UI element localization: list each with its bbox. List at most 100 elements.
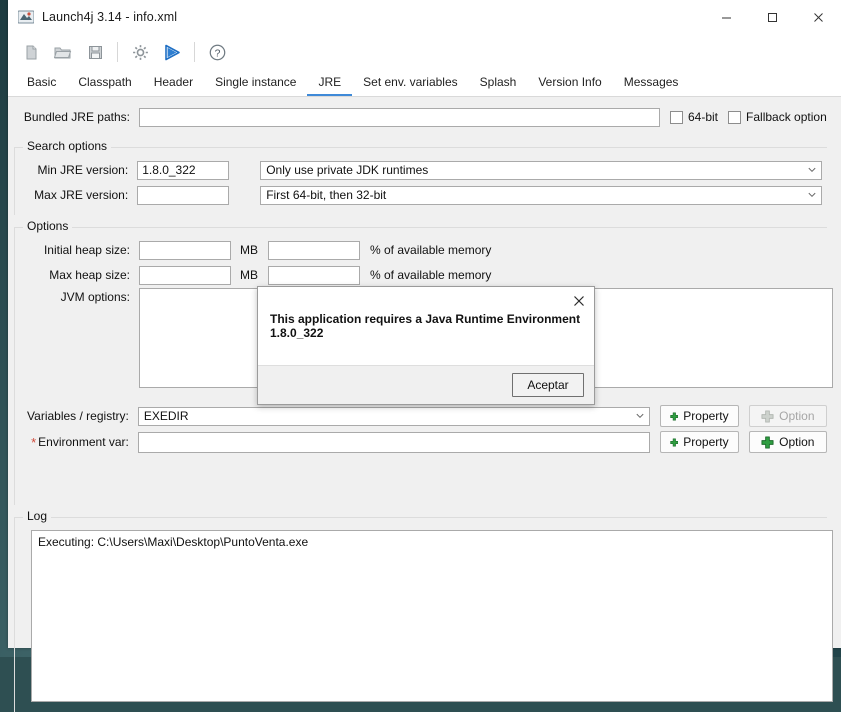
initial-heap-row: Initial heap size: MB % of available mem…	[22, 240, 822, 260]
max-heap-row: Max heap size: MB % of available memory	[22, 265, 822, 285]
tab-version-info[interactable]: Version Info	[527, 73, 612, 96]
search-options-left-border	[14, 147, 15, 215]
variables-registry-value: EXEDIR	[144, 409, 189, 423]
minimize-button[interactable]	[703, 0, 749, 34]
environment-var-row: * Environment var: Property Option	[22, 431, 827, 453]
log-title: Log	[23, 509, 51, 523]
bitness-select[interactable]: First 64-bit, then 32-bit	[260, 186, 822, 205]
tab-single-instance[interactable]: Single instance	[204, 73, 307, 96]
options-top-border	[14, 227, 827, 228]
min-jre-row: Min JRE version: Only use private JDK ru…	[22, 160, 822, 180]
new-file-icon[interactable]	[16, 38, 46, 66]
min-jre-label: Min JRE version:	[22, 163, 128, 177]
log-textarea[interactable]: Executing: C:\Users\Maxi\Desktop\PuntoVe…	[31, 530, 833, 702]
environment-property-label: Property	[683, 435, 728, 449]
maximize-button[interactable]	[749, 0, 795, 34]
environment-property-button[interactable]: Property	[660, 431, 739, 453]
environment-option-button[interactable]: Option	[749, 431, 827, 453]
window-title: Launch4j 3.14 - info.xml	[42, 10, 177, 24]
log-group: Log Executing: C:\Users\Maxi\Desktop\Pun…	[14, 517, 827, 712]
toolbar-separator-2	[194, 42, 195, 62]
checkbox-64bit[interactable]	[670, 111, 683, 124]
log-top-border	[14, 517, 827, 518]
chevron-down-icon	[808, 167, 816, 172]
chevron-down-icon	[636, 413, 644, 418]
max-jre-row: Max JRE version: First 64-bit, then 32-b…	[22, 185, 822, 205]
runtime-select[interactable]: Only use private JDK runtimes	[260, 161, 822, 180]
toolbar-separator-1	[117, 42, 118, 62]
chevron-down-icon	[808, 192, 816, 197]
bitness-select-value: First 64-bit, then 32-bit	[266, 188, 386, 202]
search-options-group: Search options Min JRE version: Only use…	[14, 147, 827, 215]
max-jre-label: Max JRE version:	[22, 188, 128, 202]
jre-required-dialog: This application requires a Java Runtime…	[257, 286, 595, 405]
max-heap-percent-label: % of available memory	[370, 268, 491, 282]
registry-property-button[interactable]: Property	[660, 405, 739, 427]
search-options-title: Search options	[23, 139, 111, 153]
tab-header[interactable]: Header	[143, 73, 204, 96]
close-button[interactable]	[795, 0, 841, 34]
launch4j-window: Launch4j 3.14 - info.xml	[8, 0, 841, 648]
environment-var-label-wrap: * Environment var:	[22, 435, 129, 449]
bundled-jre-row: Bundled JRE paths: 64-bit Fallback optio…	[22, 107, 827, 127]
search-options-top-border	[14, 147, 827, 148]
registry-option-button: Option	[749, 405, 827, 427]
max-heap-label: Max heap size:	[22, 268, 130, 282]
variables-registry-row: Variables / registry: EXEDIR Property	[22, 405, 827, 427]
max-jre-version-input[interactable]	[137, 186, 229, 205]
dialog-footer: Aceptar	[258, 365, 594, 404]
registry-option-label: Option	[779, 409, 814, 423]
max-heap-unit-label: MB	[240, 268, 268, 282]
registry-property-label: Property	[683, 409, 728, 423]
bundled-jre-paths-input[interactable]	[139, 108, 660, 127]
dialog-close-icon[interactable]	[568, 291, 590, 311]
min-jre-version-input[interactable]	[137, 161, 229, 180]
checkbox-fallback-option-label: Fallback option	[746, 110, 827, 124]
initial-heap-size-input[interactable]	[139, 241, 231, 260]
green-plus-icon	[761, 436, 774, 449]
green-plus-icon	[670, 410, 679, 423]
green-plus-icon	[670, 436, 679, 449]
initial-heap-label: Initial heap size:	[22, 243, 130, 257]
environment-option-label: Option	[779, 435, 814, 449]
environment-var-label: Environment var:	[38, 435, 129, 449]
tab-classpath[interactable]: Classpath	[67, 73, 142, 96]
launch4j-app-icon	[18, 9, 34, 25]
jvm-options-label: JVM options:	[22, 290, 130, 304]
initial-heap-unit-label: MB	[240, 243, 268, 257]
options-title: Options	[23, 219, 72, 233]
title-bar: Launch4j 3.14 - info.xml	[8, 0, 841, 34]
tab-basic[interactable]: Basic	[16, 73, 67, 96]
initial-heap-percent-input[interactable]	[268, 241, 360, 260]
environment-var-input[interactable]	[138, 432, 650, 453]
jre-tab-panel: Bundled JRE paths: 64-bit Fallback optio…	[8, 97, 841, 648]
run-play-icon[interactable]	[157, 38, 187, 66]
tab-splash[interactable]: Splash	[469, 73, 528, 96]
options-left-border	[14, 227, 15, 505]
checkbox-fallback-option[interactable]	[728, 111, 741, 124]
green-plus-icon-disabled	[761, 410, 774, 423]
help-question-icon[interactable]: ?	[202, 38, 232, 66]
bundled-jre-label: Bundled JRE paths:	[22, 110, 130, 124]
log-line: Executing: C:\Users\Maxi\Desktop\PuntoVe…	[32, 531, 832, 553]
toolbar: ?	[8, 34, 841, 70]
open-folder-icon[interactable]	[48, 38, 78, 66]
runtime-select-value: Only use private JDK runtimes	[266, 163, 428, 177]
save-icon[interactable]	[80, 38, 110, 66]
log-left-border	[14, 517, 15, 712]
tab-bar: Basic Classpath Header Single instance J…	[8, 70, 841, 97]
window-controls	[703, 0, 841, 34]
tab-jre[interactable]: JRE	[307, 73, 352, 96]
required-asterisk: *	[31, 436, 36, 449]
initial-heap-percent-label: % of available memory	[370, 243, 491, 257]
variables-registry-label: Variables / registry:	[22, 409, 129, 423]
tab-messages[interactable]: Messages	[613, 73, 690, 96]
max-heap-size-input[interactable]	[139, 266, 231, 285]
settings-gear-icon[interactable]	[125, 38, 155, 66]
svg-text:?: ?	[214, 48, 220, 59]
dialog-accept-button[interactable]: Aceptar	[512, 373, 584, 397]
max-heap-percent-input[interactable]	[268, 266, 360, 285]
tab-set-env-variables[interactable]: Set env. variables	[352, 73, 469, 96]
variables-registry-select[interactable]: EXEDIR	[138, 407, 650, 426]
checkbox-64bit-label: 64-bit	[688, 110, 718, 124]
